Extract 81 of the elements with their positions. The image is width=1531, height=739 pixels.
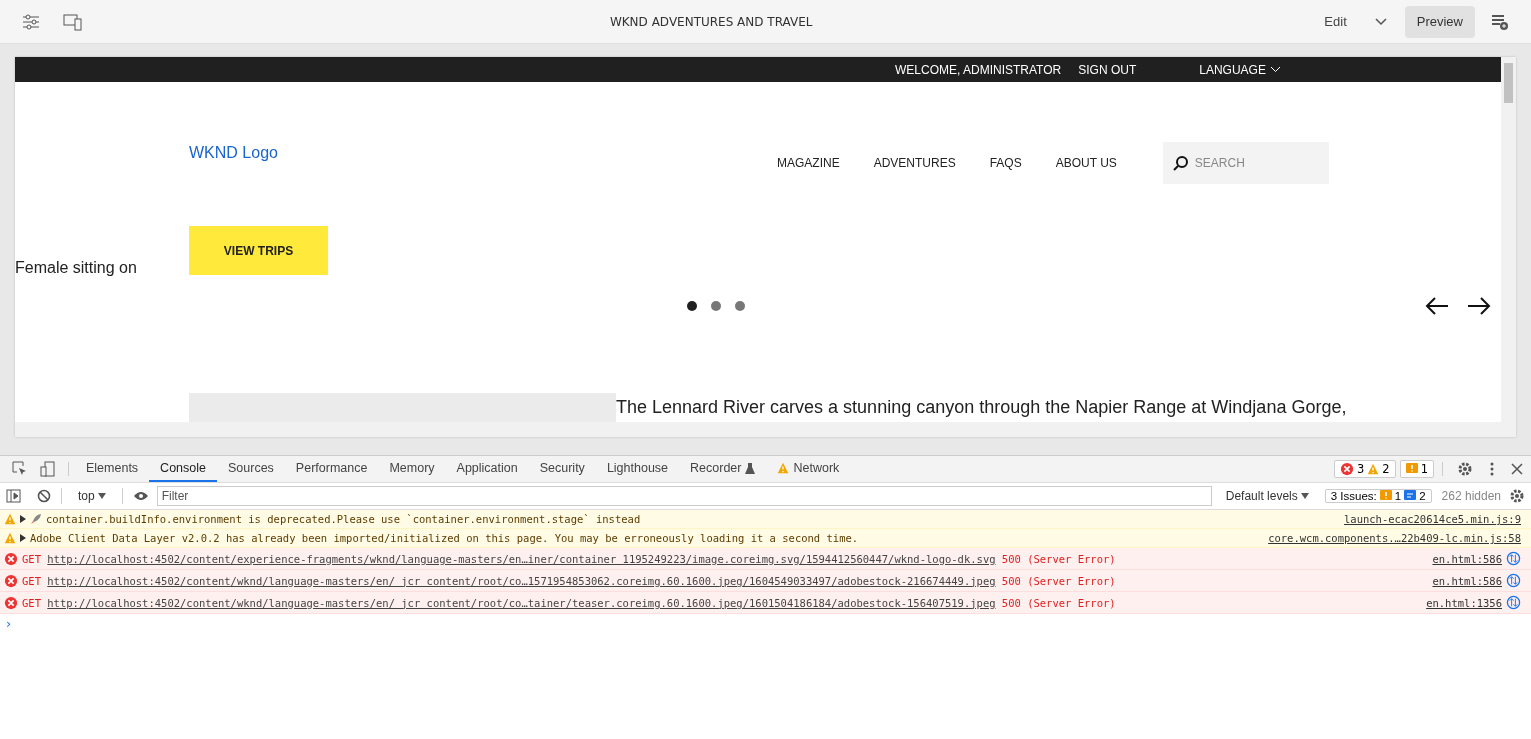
- device-toolbar-icon[interactable]: [40, 461, 56, 477]
- view-trips-button[interactable]: VIEW TRIPS: [189, 226, 328, 275]
- request-link[interactable]: http://localhost:4502/content/wknd/language-masters/en/_jcr_content/root/co…tainer/teaser.coreimg.60.1600.jpeg/1601504186184/adobestock-156407519.jpeg: [47, 596, 996, 609]
- error-warning-counter[interactable]: 3 2: [1334, 460, 1396, 478]
- error-icon: [4, 551, 18, 566]
- devtools-tab[interactable]: Recorder: [679, 456, 767, 482]
- vertical-scrollbar[interactable]: [1501, 57, 1516, 422]
- chevron-down-icon: [1269, 66, 1281, 73]
- caret-icon: [1300, 493, 1309, 499]
- error-icon: [4, 573, 18, 588]
- sign-out-link[interactable]: SIGN OUT: [1078, 62, 1137, 77]
- nav-link[interactable]: MAGAZINE: [777, 156, 840, 170]
- settings-icon[interactable]: [1457, 461, 1473, 477]
- issues-counter[interactable]: 1: [1399, 460, 1434, 478]
- close-icon[interactable]: [1511, 463, 1523, 475]
- console-message: GET http://localhost:4502/content/wknd/language-masters/en/_jcr_content/root/co…1571954853062.coreimg.60.1600.jpeg/1604549033497/adobestock-216674449.jpeg 500 (Server Error): [22, 574, 1117, 587]
- preview-button[interactable]: Preview: [1404, 5, 1475, 38]
- devtools-tab[interactable]: Memory: [378, 456, 446, 482]
- context-selector[interactable]: top: [72, 488, 112, 504]
- page-title: WKND ADVENTURES AND TRAVEL: [608, 14, 814, 29]
- console-message: GET http://localhost:4502/content/wknd/language-masters/en/_jcr_content/root/co…tainer/teaser.coreimg.60.1600.jpeg/1601504186184/adobestock-156407519.jpeg 500 (Server Error): [22, 596, 1117, 609]
- console-prompt[interactable]: ›: [0, 614, 1531, 633]
- settings-icon[interactable]: [1509, 488, 1525, 504]
- error-icon: [1340, 462, 1354, 476]
- expand-icon[interactable]: [20, 515, 26, 523]
- mode-selector[interactable]: Edit: [1318, 13, 1353, 30]
- expand-icon[interactable]: [20, 534, 26, 542]
- search-icon: [1172, 155, 1189, 171]
- source-link[interactable]: en.html:1356: [1426, 596, 1502, 609]
- more-icon[interactable]: [1489, 461, 1495, 477]
- source-link[interactable]: core.wcm.components.…22b409-lc.min.js:58: [1268, 532, 1521, 544]
- issue-icon: [1405, 463, 1418, 475]
- devtools-tab[interactable]: Security: [528, 456, 596, 482]
- network-request-icon[interactable]: [1506, 573, 1521, 588]
- console-message: Adobe Client Data Layer v2.0.2 has already been imported/initialized on this page. You may be erroneously loading it a second time.: [30, 532, 860, 544]
- nav-link[interactable]: ADVENTURES: [873, 156, 956, 170]
- devtools-tab[interactable]: Lighthouse: [595, 456, 680, 482]
- warning-icon: [4, 513, 16, 525]
- nav-link[interactable]: ABOUT US: [1055, 156, 1117, 170]
- carousel-dot[interactable]: [687, 301, 697, 311]
- devtools-tab[interactable]: Application: [445, 456, 529, 482]
- request-link[interactable]: http://localhost:4502/content/wknd/language-masters/en/_jcr_content/root/co…1571954853062.coreimg.60.1600.jpeg/1604549033497/adobestock-216674449.jpeg: [47, 574, 996, 587]
- error-icon: [4, 595, 18, 610]
- logo-alt-text[interactable]: WKND Logo: [189, 144, 669, 162]
- carousel-dot[interactable]: [735, 301, 745, 311]
- source-link[interactable]: launch-ecac20614ce5.min.js:9: [1344, 513, 1521, 525]
- arrow-right-icon[interactable]: [1467, 296, 1491, 316]
- clear-icon[interactable]: [37, 489, 51, 503]
- network-request-icon[interactable]: [1506, 595, 1521, 610]
- devtools-tab[interactable]: Console: [149, 456, 217, 482]
- chevron-down-icon[interactable]: [1374, 17, 1387, 26]
- image-alt-text: The Lennard River carves a stunning canyon through the Napier Range at Windjana Gorge,: [616, 397, 1347, 419]
- arrow-left-icon[interactable]: [1425, 296, 1449, 316]
- log-levels-dropdown[interactable]: Default levels: [1219, 488, 1315, 504]
- welcome-text: WELCOME, ADMINISTRATOR: [895, 62, 1062, 77]
- devtools-tab[interactable]: Elements: [75, 456, 150, 482]
- network-request-icon[interactable]: [1506, 551, 1521, 566]
- carousel-dot[interactable]: [711, 301, 721, 311]
- devtools-tab[interactable]: Performance: [284, 456, 379, 482]
- hidden-count: 262 hidden: [1441, 489, 1501, 503]
- image-alt-text: Female sitting on: [15, 259, 138, 275]
- console-message: container.buildInfo.environment is deprecated.Please use `container.environment.stage` instead: [46, 513, 642, 525]
- devtools-tab[interactable]: Sources: [217, 456, 285, 482]
- issues-button[interactable]: 3 Issues: 1 2: [1324, 489, 1432, 503]
- devtools-tab[interactable]: Network: [766, 456, 851, 482]
- warning-icon: [4, 532, 16, 544]
- request-link[interactable]: http://localhost:4502/content/experience-fragments/wknd/language-masters/en…iner/container_1195249223/image.coreimg.svg/1594412560447/wknd-logo-dk.svg: [47, 552, 996, 565]
- nav-link[interactable]: FAQS: [989, 156, 1022, 170]
- caret-icon: [97, 493, 106, 499]
- warning-icon: [1367, 463, 1380, 475]
- info-icon: [1404, 490, 1417, 502]
- source-link[interactable]: en.html:586: [1432, 552, 1502, 565]
- filter-field[interactable]: Filter: [156, 486, 1212, 506]
- console-message: GET http://localhost:4502/content/experience-fragments/wknd/language-masters/en…iner/container_1195249223/image.coreimg.svg/1594412560447/wknd-logo-dk.svg 500 (Server Error): [22, 552, 1117, 565]
- issue-icon: [1379, 490, 1392, 502]
- eye-icon[interactable]: [132, 491, 149, 501]
- search-field[interactable]: SEARCH: [1162, 142, 1329, 184]
- sidebar-toggle-icon[interactable]: [6, 489, 21, 503]
- language-menu[interactable]: LANGUAGE: [1199, 62, 1281, 77]
- source-link[interactable]: en.html:586: [1432, 574, 1502, 587]
- inspect-icon[interactable]: [12, 461, 28, 477]
